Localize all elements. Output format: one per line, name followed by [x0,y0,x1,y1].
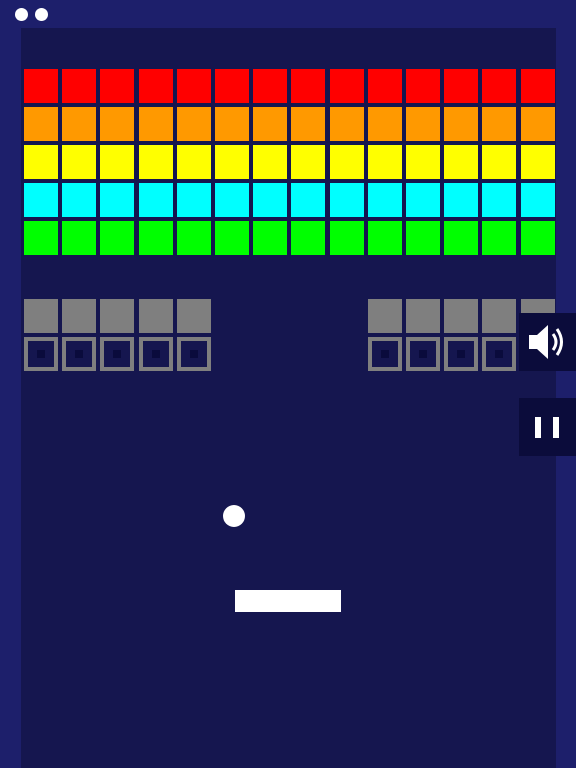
brick [368,145,402,179]
brick [482,221,516,255]
paddle[interactable] [235,590,341,612]
brick [291,221,325,255]
brick [444,221,478,255]
brick [24,183,58,217]
hollow-brick [368,337,402,371]
brick [62,145,96,179]
brick [62,183,96,217]
brick [253,69,287,103]
brick [521,69,555,103]
brick [444,69,478,103]
hollow-brick [100,337,134,371]
brick [482,145,516,179]
speaker-icon [529,325,563,359]
brick [62,221,96,255]
brick [177,183,211,217]
brick [24,145,58,179]
brick [521,145,555,179]
brick [100,221,134,255]
hollow-brick [177,337,211,371]
pause-icon [535,417,559,438]
pause-button[interactable] [519,398,576,456]
brick [406,107,440,141]
steel-brick [24,299,58,333]
steel-brick [368,299,402,333]
brick [368,107,402,141]
brick [139,107,173,141]
brick [215,145,249,179]
brick [62,69,96,103]
brick [291,145,325,179]
hollow-brick [24,337,58,371]
brick [368,69,402,103]
brick [215,183,249,217]
brick [177,145,211,179]
brick [521,107,555,141]
brick [100,145,134,179]
brick [253,107,287,141]
brick [253,221,287,255]
life-dot [15,8,28,21]
brick [139,69,173,103]
steel-brick [62,299,96,333]
brick [330,221,364,255]
brick [291,69,325,103]
brick [139,145,173,179]
brick [177,221,211,255]
brick [291,107,325,141]
brick [330,107,364,141]
brick [291,183,325,217]
brick [177,69,211,103]
brick [215,107,249,141]
brick [482,183,516,217]
brick [368,221,402,255]
brick [253,145,287,179]
brick [444,145,478,179]
brick [444,107,478,141]
ball [223,505,245,527]
brick [253,183,287,217]
brick [482,69,516,103]
sound-button[interactable] [519,313,576,371]
hollow-brick [444,337,478,371]
life-dot [35,8,48,21]
brick [444,183,478,217]
brick [406,145,440,179]
hollow-brick [139,337,173,371]
hollow-brick [482,337,516,371]
brick [62,107,96,141]
brick [368,183,402,217]
steel-brick [177,299,211,333]
brick [139,183,173,217]
steel-brick [482,299,516,333]
steel-brick [444,299,478,333]
brick [100,107,134,141]
game-frame [0,0,576,768]
brick [215,69,249,103]
brick [24,221,58,255]
brick [406,69,440,103]
steel-brick [100,299,134,333]
brick [406,183,440,217]
brick [521,183,555,217]
brick [330,183,364,217]
hollow-brick [406,337,440,371]
steel-brick [139,299,173,333]
brick [406,221,440,255]
brick [482,107,516,141]
brick [100,69,134,103]
brick [330,69,364,103]
hollow-brick [62,337,96,371]
brick [330,145,364,179]
brick [521,221,555,255]
steel-brick [406,299,440,333]
brick [215,221,249,255]
brick [139,221,173,255]
brick [24,69,58,103]
brick [24,107,58,141]
brick [100,183,134,217]
brick [177,107,211,141]
